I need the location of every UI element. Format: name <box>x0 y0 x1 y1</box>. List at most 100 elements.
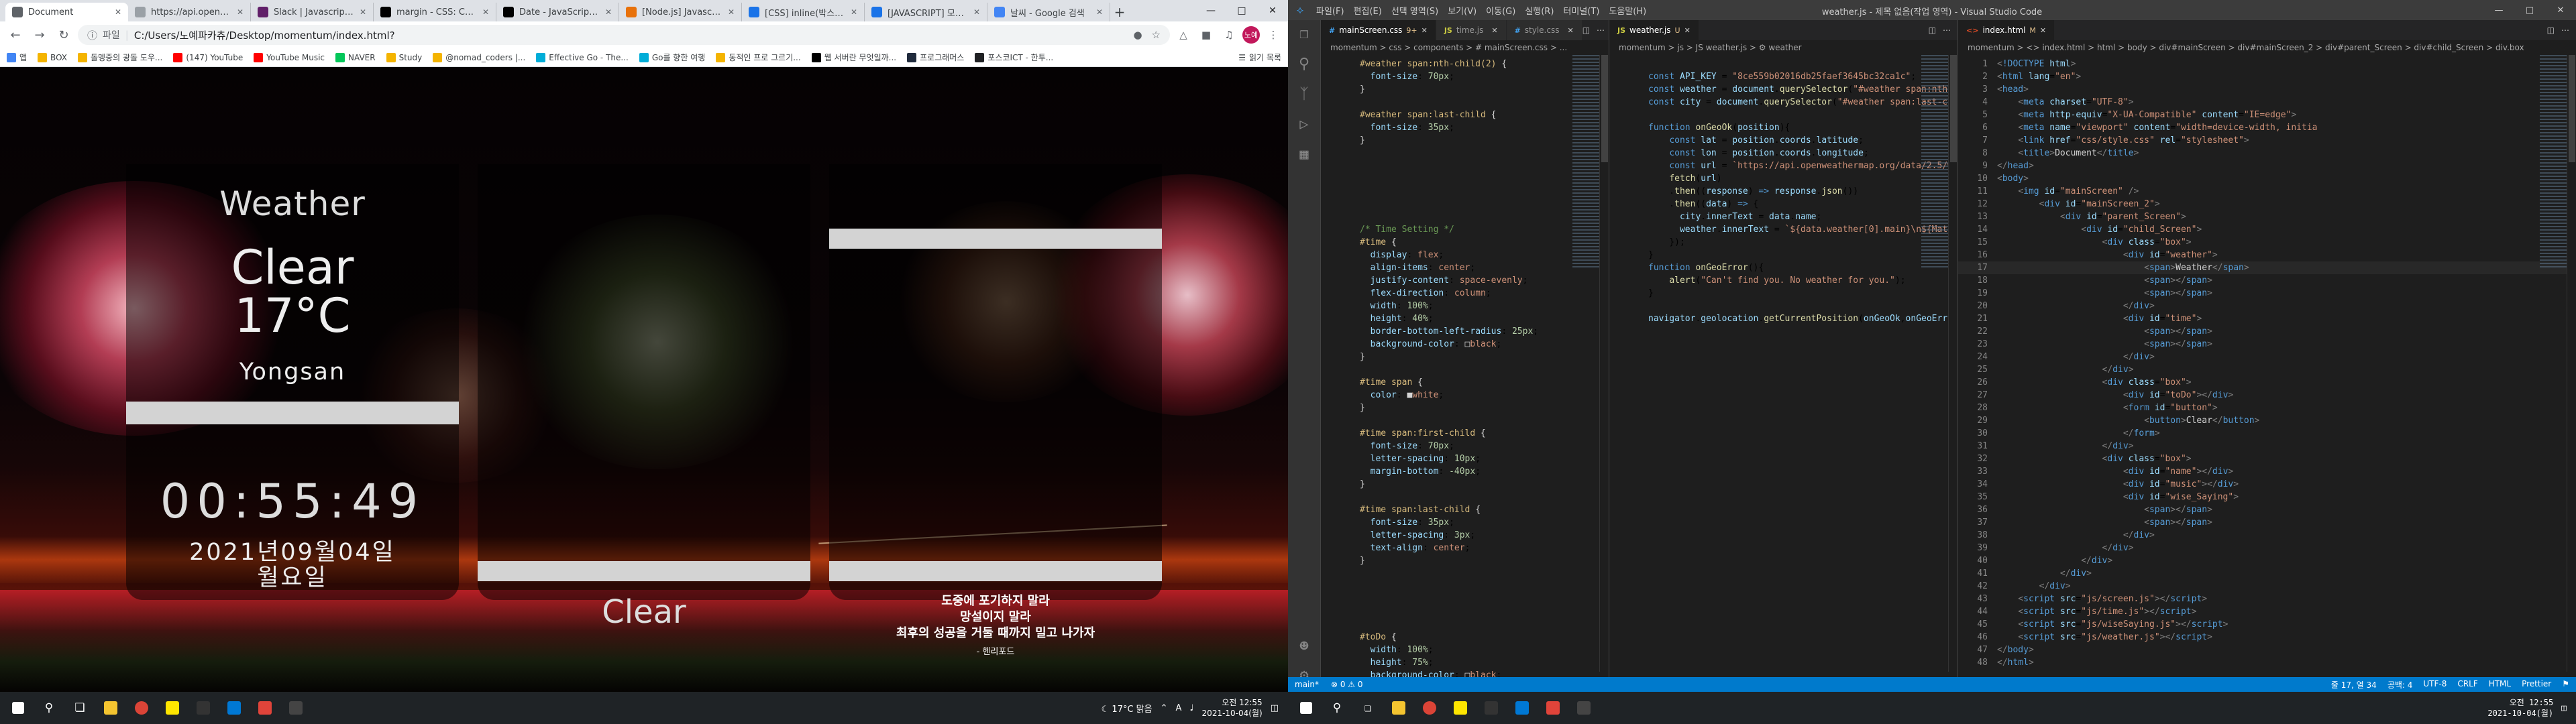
bookmark-item[interactable]: YouTube Music <box>254 52 325 63</box>
extension-icon[interactable]: △ <box>1174 25 1193 44</box>
language-mode[interactable]: HTML <box>2489 679 2511 690</box>
back-arrow-icon[interactable]: ← <box>5 25 25 45</box>
browser-tab[interactable]: https://api.openweatherm ✕ <box>128 3 251 21</box>
reload-icon[interactable]: ↻ <box>54 25 74 45</box>
editor-tab-close-icon[interactable]: ✕ <box>1567 26 1573 35</box>
code-editor[interactable]: #weather span:nth-child(2) { font-size: … <box>1321 55 1609 677</box>
app-dark-icon[interactable] <box>1570 694 1598 722</box>
extensions-icon[interactable]: ▦ <box>1299 146 1308 163</box>
tab-close-icon[interactable]: ✕ <box>973 7 980 17</box>
menu-item[interactable]: 이동(G) <box>1486 4 1515 17</box>
bookmark-item[interactable]: 웹 서버란 무엇일까... <box>811 52 896 63</box>
minimap[interactable] <box>1921 55 1948 269</box>
minimap[interactable] <box>1572 55 1599 269</box>
search-icon[interactable]: ⚲ <box>1299 56 1309 72</box>
breadcrumb[interactable]: momentum > js > JS weather.js > ⚙ weathe… <box>1609 40 1957 55</box>
address-bar[interactable]: ⓘ 파일 | C:/Users/노예파카츄/Desktop/momentum/i… <box>78 25 1170 45</box>
breadcrumb[interactable]: momentum > css > components > # mainScre… <box>1321 40 1609 55</box>
editor-tab-close-icon[interactable]: ✕ <box>1684 26 1690 35</box>
vertical-scrollbar[interactable] <box>1948 55 1957 672</box>
task-view-icon[interactable]: ❏ <box>66 694 94 722</box>
puzzle-icon[interactable]: ■ <box>1197 25 1216 44</box>
scrollbar-thumb[interactable] <box>1601 55 1608 162</box>
tab-close-icon[interactable]: ✕ <box>1096 7 1103 17</box>
editor-tab[interactable]: # style.css ✕ <box>1506 20 1582 40</box>
tab-close-icon[interactable]: ✕ <box>360 7 366 17</box>
close-icon[interactable]: ✕ <box>1257 0 1288 21</box>
file-explorer-icon[interactable] <box>97 694 125 722</box>
formatter[interactable]: Prettier <box>2522 679 2551 690</box>
menu-item[interactable]: 파일(F) <box>1316 4 1344 17</box>
bookmark-item[interactable]: NAVER <box>335 52 376 63</box>
bookmark-item[interactable]: Effective Go - The... <box>536 52 629 63</box>
vertical-scrollbar[interactable] <box>2567 55 2576 672</box>
browser-tab[interactable]: [JAVASCRIPT] 모달 오 ✕ <box>865 3 987 21</box>
menu-item[interactable]: 실행(R) <box>1525 4 1554 17</box>
editor-tab[interactable]: # mainScreen.css 9+ ✕ <box>1321 20 1436 40</box>
browser-tab[interactable]: margin - CSS: Cascadi ✕ <box>374 3 496 21</box>
app-dark-icon[interactable] <box>282 694 310 722</box>
minimize-icon[interactable]: — <box>1195 0 1226 21</box>
tab-close-icon[interactable]: ✕ <box>115 7 121 17</box>
run-debug-icon[interactable]: ▷ <box>1299 116 1308 133</box>
vscode-icon[interactable] <box>1508 694 1536 722</box>
close-icon[interactable]: ✕ <box>2545 0 2576 20</box>
forward-arrow-icon[interactable]: → <box>30 25 50 45</box>
bookmark-item[interactable]: 포스코ICT - 한투... <box>975 52 1053 63</box>
menu-item[interactable]: 선택 영역(S) <box>1391 4 1438 17</box>
cursor-position[interactable]: 줄 17, 열 34 <box>2331 679 2377 690</box>
browser-tab[interactable]: 날씨 - Google 검색 ✕ <box>987 3 1110 21</box>
weather-tray[interactable]: ☾ 17°C 맑음 <box>1102 702 1152 715</box>
task-view-icon[interactable]: ❏ <box>1354 694 1382 722</box>
code-editor[interactable]: 1 <!DOCTYPE html> 2 <html lang="en"> 3 <head>… <box>1958 55 2576 669</box>
editor-tab[interactable]: JS weather.js U ✕ <box>1609 20 1699 40</box>
minimap[interactable] <box>2540 55 2567 269</box>
notification-icon[interactable]: ◫ <box>2561 703 2567 713</box>
terminal-icon[interactable] <box>189 694 217 722</box>
vscode-icon[interactable] <box>220 694 248 722</box>
new-tab-button[interactable]: + <box>1110 3 1129 21</box>
editor-tab-close-icon[interactable]: ✕ <box>2040 26 2046 35</box>
explorer-icon[interactable]: ❐ <box>1299 25 1308 42</box>
indentation[interactable]: 공백: 4 <box>2387 679 2413 690</box>
menu-item[interactable]: 편집(E) <box>1354 4 1382 17</box>
split-editor-icon[interactable]: ◫ <box>1929 25 1936 35</box>
maximize-icon[interactable]: □ <box>2514 0 2545 20</box>
minimize-icon[interactable]: — <box>2483 0 2514 20</box>
git-branch[interactable]: main* <box>1295 680 1319 689</box>
kakaotalk-icon[interactable] <box>158 694 186 722</box>
browser-tab[interactable]: Document ✕ <box>5 3 128 21</box>
bell-icon[interactable]: ⚑ <box>2562 679 2569 690</box>
menu-item[interactable]: 도움말(H) <box>1609 4 1646 17</box>
profile-avatar[interactable]: 노예 <box>1242 26 1260 44</box>
maximize-icon[interactable]: □ <box>1226 0 1257 21</box>
editor-tab-close-icon[interactable]: ✕ <box>1421 26 1428 35</box>
problems-count[interactable]: ⊗ 0 ⚠ 0 <box>1331 680 1363 689</box>
menu-item[interactable]: 보기(V) <box>1448 4 1477 17</box>
bookmark-item[interactable]: Go를 향한 여행 <box>639 52 705 63</box>
bookmark-item[interactable]: 동적인 프로 그르기... <box>716 52 801 63</box>
source-control-icon[interactable]: ᛉ <box>1299 86 1308 103</box>
breadcrumb[interactable]: momentum > <> index.html > html > body >… <box>1958 40 2576 55</box>
editor-tab[interactable]: JS time.js ✕ <box>1436 20 1507 40</box>
scrollbar-thumb[interactable] <box>1950 55 1957 162</box>
bookmark-item[interactable]: Study <box>386 52 422 63</box>
tab-close-icon[interactable]: ✕ <box>482 7 489 17</box>
bookmark-item[interactable]: 돌멩중의 광돌 도우... <box>77 52 162 63</box>
app-red-icon[interactable] <box>251 694 279 722</box>
input-language[interactable]: A <box>1176 703 1182 713</box>
editor-tab-close-icon[interactable]: ✕ <box>1491 26 1497 35</box>
info-icon[interactable]: ⓘ <box>87 28 97 42</box>
app-red-icon[interactable] <box>1539 694 1567 722</box>
search-icon[interactable]: ⚲ <box>1323 694 1351 722</box>
code-editor[interactable]: const API_KEY = "8ce559b02016db25faef364… <box>1609 55 1957 325</box>
tray-chevron-icon[interactable]: ⌃ <box>1161 703 1168 713</box>
reading-list[interactable]: ☰ 읽기 목록 <box>1238 52 1281 63</box>
account-icon[interactable]: ☻ <box>1299 638 1308 655</box>
chrome-icon[interactable] <box>1415 694 1444 722</box>
split-editor-icon[interactable]: ◫ <box>2547 25 2555 35</box>
menu-item[interactable]: 터미널(T) <box>1563 4 1599 17</box>
browser-tab[interactable]: [Node.js] Javascript ✕ <box>619 3 742 21</box>
clear-button[interactable]: Clear <box>478 593 810 631</box>
volume-icon[interactable]: ♩ <box>1189 703 1193 713</box>
